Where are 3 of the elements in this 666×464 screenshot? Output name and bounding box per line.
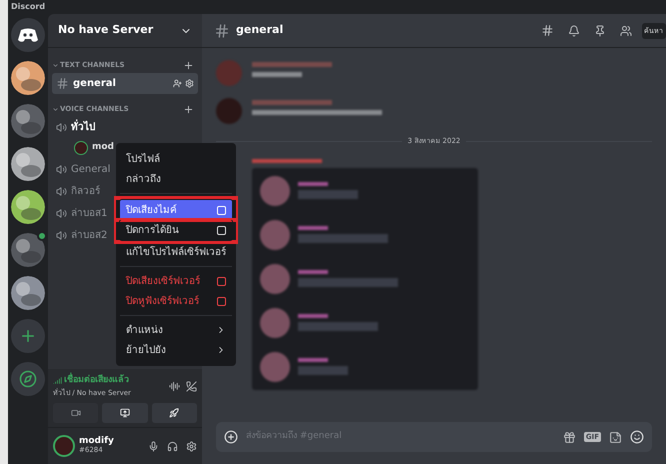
window-title: Discord	[11, 1, 46, 13]
username: modify	[79, 437, 115, 446]
channel-title: general	[236, 22, 284, 38]
